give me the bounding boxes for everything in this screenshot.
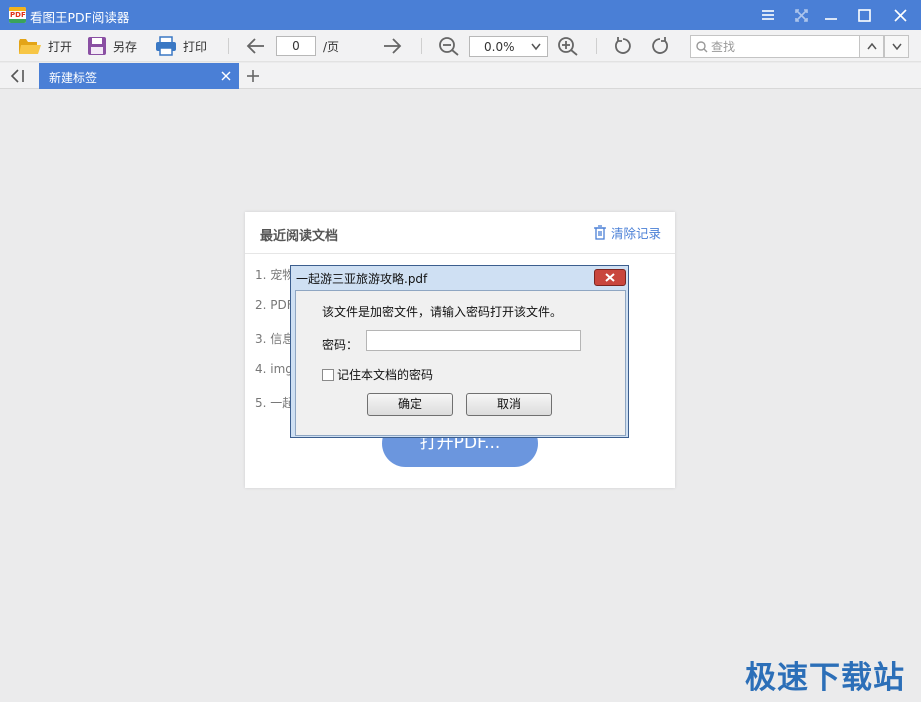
title-bar: PDF 看图王PDF阅读器 [0, 0, 921, 30]
toolbar: 打开 另存 打印 0 /页 0.0% [0, 30, 921, 62]
password-input[interactable] [366, 330, 581, 351]
divider [245, 253, 675, 254]
tab-bar: 新建标签 [0, 63, 921, 89]
recent-item[interactable]: 4. img [255, 362, 293, 376]
zoom-out-button[interactable] [438, 35, 460, 57]
clear-history-button[interactable]: 清除记录 [593, 223, 661, 242]
chevron-down-icon [531, 43, 541, 51]
chevron-up-icon [866, 43, 877, 50]
close-window-button[interactable] [889, 5, 911, 25]
zoom-out-icon [439, 37, 459, 56]
password-label: 密码： [322, 338, 359, 352]
cancel-button[interactable]: 取消 [466, 393, 552, 416]
plus-icon [247, 70, 259, 82]
window-title: 看图王PDF阅读器 [30, 10, 130, 25]
app-logo-icon: PDF [9, 7, 26, 23]
recent-item[interactable]: 3. 信息 [255, 330, 294, 347]
hamburger-icon [762, 10, 774, 20]
arrow-left-icon [246, 38, 264, 54]
search-prev-button[interactable] [859, 35, 884, 58]
menu-button[interactable] [757, 5, 779, 25]
prev-page-button[interactable] [246, 35, 266, 57]
maximize-button[interactable] [853, 5, 875, 25]
toolbar-divider [228, 38, 229, 54]
toolbar-divider [421, 38, 422, 54]
dialog-message: 该文件是加密文件，请输入密码打开该文件。 [322, 305, 563, 319]
rotate-left-button[interactable] [613, 35, 633, 57]
dialog-body: 该文件是加密文件，请输入密码打开该文件。 密码： 记住本文档的密码 确定 取消 [295, 290, 626, 436]
tab-close-icon[interactable] [219, 69, 233, 83]
fullscreen-button[interactable] [790, 5, 812, 25]
folder-open-icon [19, 39, 41, 54]
zoom-select[interactable]: 0.0% [469, 36, 548, 57]
ok-button[interactable]: 确定 [367, 393, 453, 416]
arrow-right-icon [384, 38, 402, 54]
page-number-input[interactable]: 0 [276, 36, 316, 56]
watermark-text: 极速下载站 [745, 660, 905, 696]
minimize-icon [825, 18, 837, 20]
dialog-title: 一起游三亚旅游攻略.pdf [296, 272, 428, 286]
password-dialog: 一起游三亚旅游攻略.pdf 该文件是加密文件，请输入密码打开该文件。 密码： 记… [290, 265, 629, 438]
page-total-label: /页 [323, 40, 340, 54]
trash-icon [593, 225, 606, 240]
checkbox-box[interactable] [322, 368, 334, 381]
dialog-close-button[interactable] [594, 269, 626, 286]
search-input[interactable] [711, 38, 851, 55]
zoom-in-button[interactable] [557, 35, 579, 57]
zoom-in-icon [558, 37, 578, 56]
save-icon [88, 37, 106, 55]
minimize-button[interactable] [820, 5, 842, 25]
scrollbar[interactable] [913, 63, 921, 93]
toolbar-divider [596, 38, 597, 54]
fullscreen-icon [794, 8, 808, 22]
close-icon [605, 273, 615, 282]
add-tab-button[interactable] [246, 69, 260, 83]
tab-new[interactable]: 新建标签 [39, 63, 239, 89]
remember-password-label: 记住本文档的密码 [337, 368, 434, 382]
collapse-left-icon [10, 69, 24, 83]
next-page-button[interactable] [382, 35, 402, 57]
search-box [690, 35, 860, 58]
maximize-icon [857, 8, 871, 22]
search-icon [696, 41, 708, 53]
printer-icon [156, 36, 176, 56]
save-as-button[interactable]: 另存 [87, 35, 137, 57]
open-button[interactable]: 打开 [18, 35, 72, 57]
remember-password-checkbox[interactable]: 记住本文档的密码 [322, 366, 433, 383]
sidebar-toggle-button[interactable] [10, 69, 28, 83]
rotate-right-icon [652, 37, 668, 54]
chevron-down-icon [891, 43, 902, 50]
search-next-button[interactable] [884, 35, 909, 58]
recent-item[interactable]: 5. 一起 [255, 394, 294, 411]
rotate-left-icon [615, 37, 631, 54]
recent-item[interactable]: 2. PDF [255, 298, 294, 312]
recent-title: 最近阅读文档 [260, 229, 339, 244]
rotate-right-button[interactable] [650, 35, 670, 57]
tab-label: 新建标签 [49, 71, 98, 85]
recent-item[interactable]: 1. 宠物 [255, 266, 294, 283]
close-icon [893, 8, 907, 22]
print-button[interactable]: 打印 [155, 35, 207, 57]
